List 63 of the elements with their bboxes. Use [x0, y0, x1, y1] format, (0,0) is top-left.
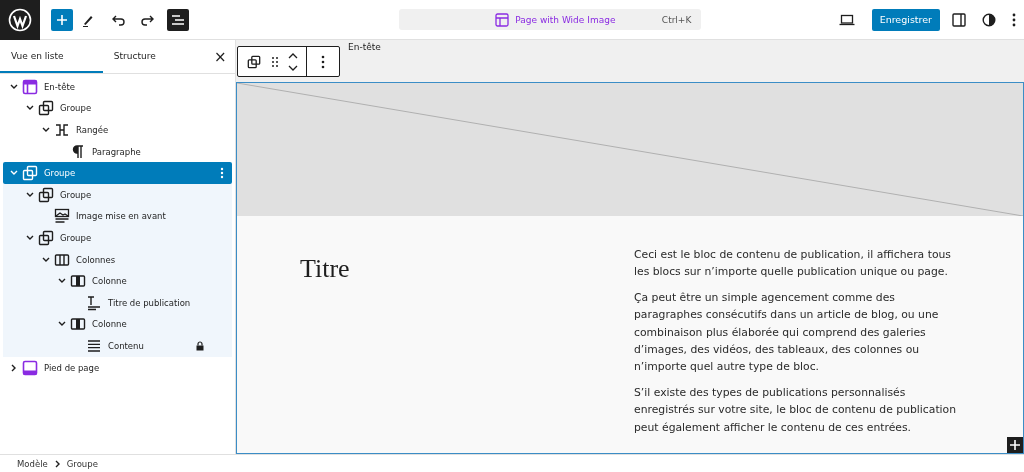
chevron-down-icon[interactable] — [58, 321, 66, 328]
tree-item[interactable]: Groupe — [3, 162, 232, 184]
sidebar-tab[interactable]: Structure — [102, 40, 206, 73]
logo-icon — [8, 7, 32, 32]
tree-item[interactable]: Groupe — [3, 97, 232, 120]
add-block-button[interactable] — [1007, 437, 1023, 453]
title-icon — [86, 294, 102, 311]
plus-icon — [1010, 440, 1020, 450]
shortcut-hint: Ctrl+K — [661, 14, 692, 25]
list-view-button[interactable] — [167, 8, 189, 31]
group-block[interactable] — [236, 82, 1024, 454]
post-title: Titre — [300, 254, 351, 284]
save-button[interactable]: Enregistrer — [871, 8, 940, 31]
tree-item[interactable]: Colonne — [3, 313, 232, 336]
tree-item[interactable]: Titre de publication — [3, 291, 232, 314]
header-label: En-tête — [348, 42, 381, 53]
column-icon — [70, 273, 86, 290]
tree-item[interactable]: Paragraphe — [3, 140, 232, 163]
template-part-icon — [22, 78, 38, 95]
paragraph-icon — [70, 143, 86, 160]
document-title: Page with Wide Image — [515, 14, 617, 25]
content-paragraph: Ça peut être un simple agencement comme des paragraphes consécutifs dans un article de blog, ou une combinaison plus élaborée qui comprend des galeries d’images, des vidéos, des tableaux, des colonnes ou n’importe quel autre type de bloc. — [634, 289, 940, 376]
tree-item[interactable]: Groupe — [3, 227, 232, 249]
chevron-down-icon[interactable] — [42, 127, 50, 133]
column-icon — [70, 316, 86, 333]
breadcrumb-link[interactable]: Groupe — [66, 458, 98, 469]
image-icon — [54, 208, 70, 225]
tree-item[interactable]: Contenu — [3, 335, 232, 357]
options-icon[interactable] — [220, 167, 224, 180]
content-paragraph: Ceci est le bloc de contenu de publication, il affichera tous les blocs sur n’importe quelle publication unique ou page. — [634, 247, 952, 281]
columns-icon — [54, 251, 70, 268]
chevron-down-icon[interactable] — [10, 83, 18, 90]
document-bar[interactable]: Page with Wide Image Ctrl+K — [399, 9, 702, 30]
tree-item[interactable]: En-tête — [3, 76, 232, 98]
close-button[interactable]: × — [205, 40, 235, 73]
content-icon — [86, 337, 102, 354]
template-part-icon — [22, 359, 38, 376]
plus-icon — [56, 13, 68, 26]
group-icon — [22, 165, 38, 182]
group-icon — [38, 100, 54, 117]
chevron-down-icon[interactable] — [26, 105, 34, 112]
chevron-down-icon[interactable] — [58, 278, 66, 285]
wordpress-logo[interactable] — [0, 0, 40, 40]
tree-item[interactable]: Groupe — [3, 183, 232, 206]
tree-item[interactable]: Colonnes — [3, 248, 232, 271]
row-icon — [54, 122, 70, 138]
sidebar-tab[interactable]: Vue en liste — [0, 40, 103, 73]
lock-icon — [196, 340, 204, 351]
chevron-right-icon[interactable] — [11, 363, 17, 372]
tree-item[interactable]: Rangée — [3, 119, 232, 141]
layout-icon — [495, 12, 510, 27]
tree-item[interactable]: Pied de page — [3, 356, 232, 379]
group-icon — [38, 229, 54, 246]
tree-item[interactable]: Colonne — [3, 270, 232, 292]
breadcrumb-link[interactable]: Modèle — [17, 458, 48, 469]
chevron-down-icon[interactable] — [26, 191, 34, 198]
content-paragraph: S’il existe des types de publications personnalisés enregistrés sur votre site, le bloc de contenu de publication peut également afficher le contenu de ces entrées. — [634, 384, 958, 436]
tree-item[interactable]: Image mise en avant — [3, 205, 232, 228]
chevron-down-icon[interactable] — [42, 256, 50, 263]
chevron-down-icon[interactable] — [26, 234, 34, 241]
list-icon — [171, 13, 185, 26]
group-icon — [38, 186, 54, 203]
chevron-right-icon — [54, 459, 60, 468]
